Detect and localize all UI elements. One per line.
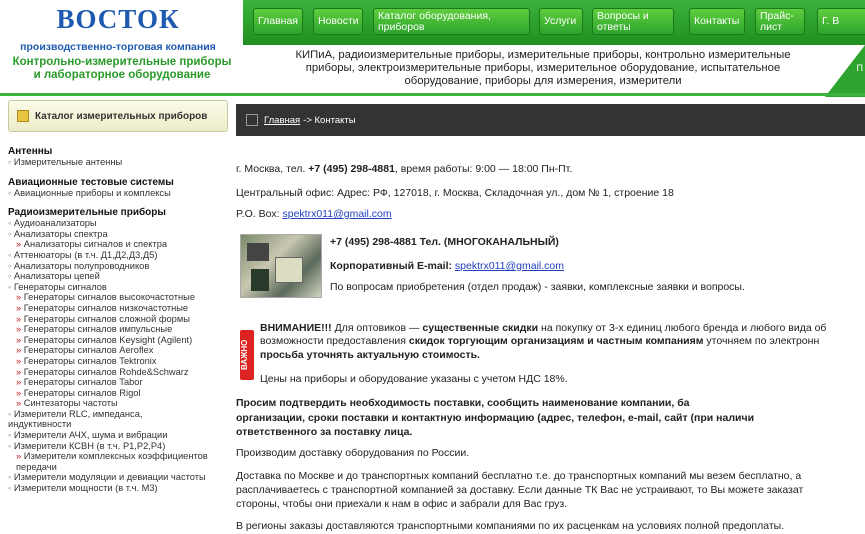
corporate-email-line: Корпоративный E-mail: spektrx011@gmail.c…	[330, 260, 564, 272]
nav-catalog[interactable]: Каталог оборудования, приборов	[373, 8, 530, 35]
sidebar-item[interactable]: Авиационные приборы и комплексы	[8, 188, 228, 199]
sidebar-item[interactable]: Генераторы сигналов импульсные	[8, 324, 228, 335]
delivery-line-2: расплачиваетесь с транспортной компанией…	[236, 484, 804, 496]
logo-title: ВОСТОК	[56, 4, 180, 34]
breadcrumb-home-link[interactable]: Главная	[264, 115, 300, 126]
nav-faq[interactable]: Вопросы и ответы	[592, 8, 674, 35]
sidebar-section-avionics[interactable]: Авиационные тестовые системы	[8, 177, 228, 188]
sidebar-item[interactable]: Измерители модуляции и девиации частоты	[8, 472, 228, 483]
sidebar-item[interactable]: индуктивности	[8, 419, 228, 430]
nav-services[interactable]: Услуги	[539, 8, 583, 35]
sidebar-item[interactable]: Генераторы сигналов Aeroflex	[8, 345, 228, 356]
site-logo[interactable]: ВОСТОК производственно-торговая компания…	[0, 0, 236, 96]
sidebar-item[interactable]: Измерители мощности (в т.ч. М3)	[8, 483, 228, 494]
sidebar-item[interactable]: Генераторы сигналов Keysight (Agilent)	[8, 335, 228, 346]
sidebar-item-list: АудиоанализаторыАнализаторы спектраАнали…	[8, 218, 228, 493]
sidebar-item[interactable]: Генераторы сигналов низкочастотные	[8, 303, 228, 314]
breadcrumb-current: -> Контакты	[303, 114, 356, 126]
request-line-3: ответственного за поставку лица.	[236, 426, 413, 438]
breadcrumb: Главная -> Контакты	[236, 104, 865, 136]
sidebar-item[interactable]: Анализаторы сигналов и спектра	[8, 239, 228, 250]
delivery-line-3: стороны, чтобы они приехали к нам в офис…	[236, 498, 568, 510]
nav-city[interactable]: Г. В	[817, 8, 865, 35]
email-link[interactable]: spektrx011@gmail.com	[283, 208, 392, 220]
catalog-icon	[17, 110, 29, 122]
site-tagline: КИПиА, радиоизмерительные приборы, измер…	[295, 49, 791, 87]
nav-home[interactable]: Главная	[253, 8, 303, 35]
sidebar-item[interactable]: Измерители RLC, импеданса,	[8, 409, 228, 420]
notice-line-3: просьба уточнять актуальную стоимость.	[260, 349, 480, 361]
sidebar-section-radio[interactable]: Радиоизмерительные приборы	[8, 207, 228, 218]
important-tag: ВАЖНО	[240, 330, 254, 380]
top-navigation: Главная Новости Каталог оборудования, пр…	[243, 0, 865, 45]
office-address: Центральный офис: Адрес: РФ, 127018, г. …	[236, 187, 674, 199]
header-divider	[0, 93, 865, 96]
sidebar-item[interactable]: Измерительные антенны	[8, 157, 228, 168]
sidebar-item[interactable]: Генераторы сигналов	[8, 282, 228, 293]
delivery-intro: Производим доставку оборудования по Росс…	[236, 447, 470, 459]
sidebar-catalog: Каталог измерительных приборов Антенны И…	[8, 100, 228, 534]
sidebar-item[interactable]: Синтезаторы частоты	[8, 398, 228, 409]
nav-pricelist[interactable]: Прайс-лист	[755, 8, 805, 35]
nav-news[interactable]: Новости	[313, 8, 363, 35]
sidebar-item[interactable]: Аудиоанализаторы	[8, 218, 228, 229]
logo-slogan: Контрольно-измерительные приборы и лабора…	[12, 56, 232, 81]
sidebar-item[interactable]: Аттенюаторы (в т.ч. Д1,Д2,Д3,Д5)	[8, 250, 228, 261]
sidebar-item[interactable]: Генераторы сигналов высокочастотные	[8, 292, 228, 303]
equipment-photo	[240, 234, 322, 298]
home-icon	[246, 114, 258, 126]
delivery-line-1: Доставка по Москве и до транспортных ком…	[236, 470, 802, 482]
request-line-1: Просим подтвердить необходимость поставк…	[236, 397, 690, 409]
sidebar-item[interactable]: Генераторы сигналов сложной формы	[8, 314, 228, 325]
sidebar-item[interactable]: Генераторы сигналов Rohde&Schwarz	[8, 367, 228, 378]
sidebar-item[interactable]: передачи	[8, 462, 228, 473]
logo-subtitle: производственно-торговая компания	[20, 41, 216, 53]
sales-note: По вопросам приобретения (отдел продаж) …	[330, 281, 745, 293]
sidebar-item[interactable]: Измерители КСВН (в т.ч. Р1,Р2,Р4)	[8, 441, 228, 452]
multichannel-phone: +7 (495) 298-4881 Тел. (МНОГОКАНАЛЬНЫЙ)	[330, 236, 559, 248]
sidebar-item[interactable]: Анализаторы полупроводников	[8, 261, 228, 272]
sidebar-item[interactable]: Измерители комплексных коэффициентов	[8, 451, 228, 462]
nav-contacts[interactable]: Контакты	[689, 8, 745, 35]
sidebar-item[interactable]: Генераторы сигналов Tabor	[8, 377, 228, 388]
notice-line-1: ВНИМАНИЕ!!! Для оптовиков — существенные…	[260, 322, 827, 334]
sidebar-item[interactable]: Анализаторы цепей	[8, 271, 228, 282]
po-box-line: P.O. Box: spektrx011@gmail.com	[236, 208, 392, 220]
catalog-header[interactable]: Каталог измерительных приборов	[8, 100, 228, 132]
corporate-email-link[interactable]: spektrx011@gmail.com	[455, 260, 564, 272]
sidebar-item[interactable]: Генераторы сигналов Tektronix	[8, 356, 228, 367]
sidebar-section-antennas[interactable]: Антенны	[8, 146, 228, 157]
vat-note: Цены на приборы и оборудование указаны с…	[260, 373, 568, 385]
sidebar-item[interactable]: Генераторы сигналов Rigol	[8, 388, 228, 399]
sidebar-item[interactable]: Анализаторы спектра	[8, 229, 228, 240]
request-line-2: организации, сроки поставки и контактную…	[236, 412, 755, 424]
sidebar-item[interactable]: Измерители АЧХ, шума и вибрации	[8, 430, 228, 441]
notice-line-2: возможности предоставления скидок торгую…	[260, 335, 820, 347]
phone-line: г. Москва, тел. +7 (495) 298-4881, время…	[236, 163, 573, 175]
regions-delivery: В регионы заказы доставляются транспортн…	[236, 520, 785, 532]
